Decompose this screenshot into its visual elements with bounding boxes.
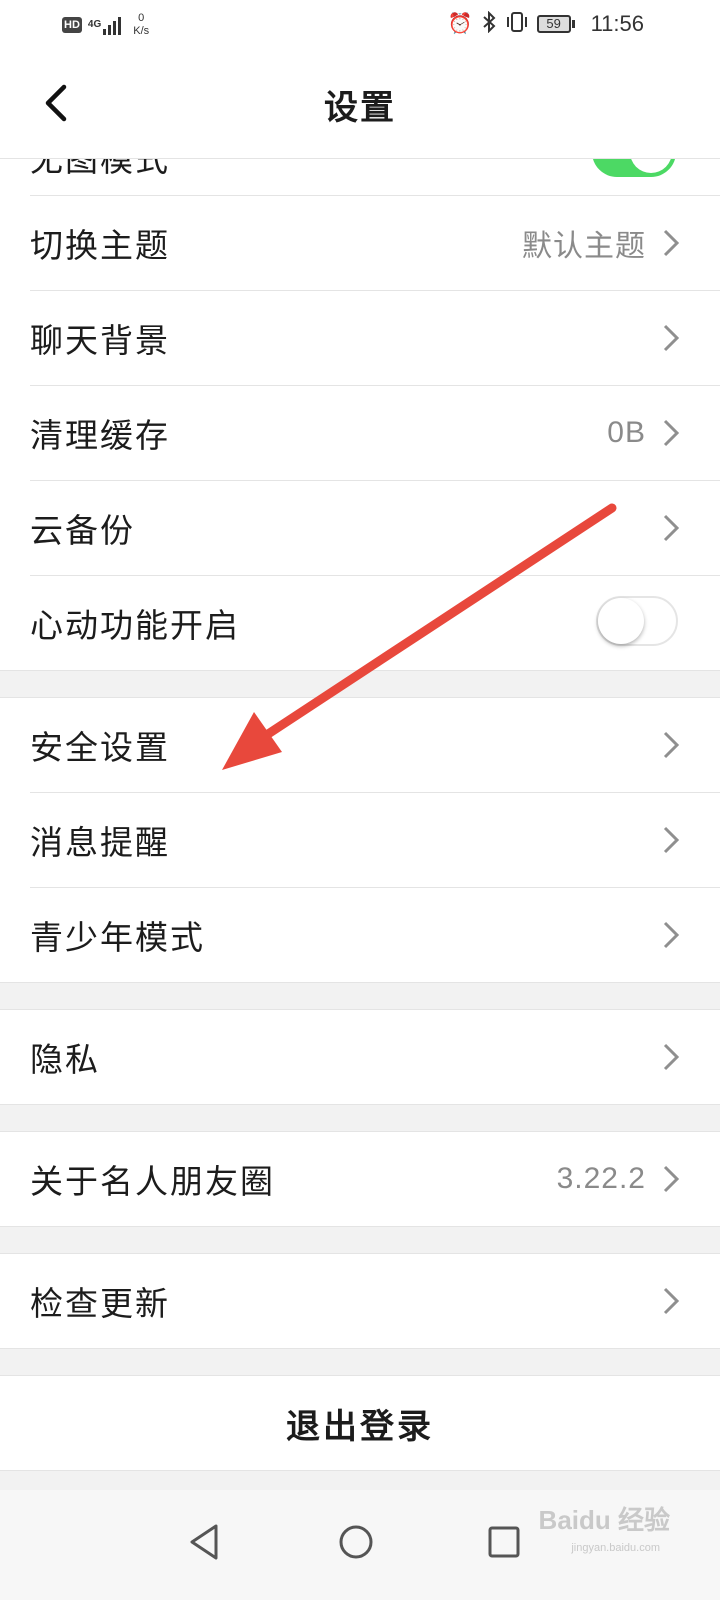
settings-list: 无图模式 切换主题 默认主题 聊天背景 清理缓存 0B 云备份 心动功能开启 安… bbox=[0, 159, 720, 1511]
chevron-right-icon bbox=[662, 1042, 680, 1072]
app-header: 设置 bbox=[0, 50, 720, 159]
chevron-right-icon bbox=[662, 1164, 680, 1194]
logout-section: 退出登录 bbox=[0, 1376, 720, 1470]
signal-icon bbox=[103, 15, 122, 35]
speed-unit: K/s bbox=[133, 25, 150, 37]
recents-square-icon[interactable] bbox=[484, 1522, 524, 1562]
chevron-right-icon bbox=[662, 1286, 680, 1316]
settings-row-label: 心动功能开启 bbox=[30, 606, 240, 645]
settings-row-label: 消息提醒 bbox=[30, 823, 170, 862]
vibrate-icon bbox=[505, 11, 529, 37]
cache-size-value: 0B bbox=[607, 416, 646, 449]
home-circle-icon[interactable] bbox=[336, 1522, 376, 1562]
status-right: ⏰ 59 11:56 bbox=[448, 10, 644, 38]
baidu-watermark: Baidu 经验 bbox=[538, 1505, 670, 1535]
chevron-right-icon bbox=[662, 323, 680, 353]
status-bar: HD 4G 0 K/s ⏰ 59 11:56 bbox=[0, 0, 720, 50]
settings-row-label: 青少年模式 bbox=[30, 918, 205, 957]
settings-row-notifications[interactable]: 消息提醒 bbox=[30, 793, 720, 888]
settings-row-label: 聊天背景 bbox=[30, 321, 170, 360]
section-gap bbox=[0, 1104, 720, 1132]
settings-group-1: 切换主题 默认主题 聊天背景 清理缓存 0B 云备份 心动功能开启 bbox=[0, 196, 720, 670]
settings-row-security[interactable]: 安全设置 bbox=[30, 698, 720, 793]
battery-icon: 59 bbox=[536, 15, 575, 33]
settings-row-label: 无图模式 bbox=[30, 159, 170, 179]
chevron-right-icon bbox=[662, 418, 680, 448]
network-speed: 0 K/s bbox=[133, 12, 149, 38]
settings-row-clear-cache[interactable]: 清理缓存 0B bbox=[30, 386, 720, 481]
settings-group-5: 检查更新 bbox=[0, 1254, 720, 1348]
settings-row-check-update[interactable]: 检查更新 bbox=[30, 1254, 720, 1348]
settings-row-chat-background[interactable]: 聊天背景 bbox=[30, 291, 720, 386]
network-type: 4G bbox=[87, 19, 102, 30]
no-image-mode-toggle[interactable] bbox=[592, 159, 676, 177]
settings-row-about[interactable]: 关于名人朋友圈 3.22.2 bbox=[30, 1132, 720, 1226]
settings-row-label: 检查更新 bbox=[30, 1284, 170, 1323]
settings-row-theme[interactable]: 切换主题 默认主题 bbox=[30, 196, 720, 291]
settings-row-teen-mode[interactable]: 青少年模式 bbox=[30, 888, 720, 982]
settings-row-no-image-mode[interactable]: 无图模式 bbox=[30, 159, 720, 196]
settings-row-privacy[interactable]: 隐私 bbox=[30, 1010, 720, 1104]
status-left: HD 4G 0 K/s bbox=[62, 12, 149, 38]
alarm-icon: ⏰ bbox=[447, 13, 473, 35]
settings-group-3: 隐私 bbox=[0, 1010, 720, 1104]
settings-row-label: 切换主题 bbox=[30, 226, 170, 265]
back-triangle-icon[interactable] bbox=[186, 1522, 226, 1562]
settings-group-2: 安全设置 消息提醒 青少年模式 bbox=[0, 698, 720, 982]
settings-row-label: 云备份 bbox=[30, 511, 135, 550]
theme-value: 默认主题 bbox=[522, 229, 646, 264]
settings-row-cloud-backup[interactable]: 云备份 bbox=[30, 481, 720, 576]
settings-group-4: 关于名人朋友圈 3.22.2 bbox=[0, 1132, 720, 1226]
battery-level: 59 bbox=[536, 15, 571, 33]
speed-value: 0 bbox=[138, 12, 145, 24]
chevron-right-icon bbox=[662, 513, 680, 543]
section-gap bbox=[0, 670, 720, 698]
toggle-knob bbox=[598, 598, 644, 644]
chevron-right-icon bbox=[662, 730, 680, 760]
settings-row-label: 清理缓存 bbox=[30, 416, 170, 455]
bluetooth-icon bbox=[481, 10, 497, 37]
settings-row-label: 安全设置 bbox=[30, 728, 170, 767]
logout-button[interactable]: 退出登录 bbox=[286, 1399, 434, 1448]
section-gap bbox=[0, 1226, 720, 1254]
clock: 11:56 bbox=[590, 11, 644, 36]
chevron-right-icon bbox=[662, 825, 680, 855]
version-value: 3.22.2 bbox=[556, 1162, 646, 1195]
section-gap bbox=[0, 1348, 720, 1376]
page-title: 设置 bbox=[324, 88, 396, 128]
chevron-right-icon bbox=[662, 228, 680, 258]
hd-badge: HD bbox=[62, 17, 82, 33]
heartbeat-toggle[interactable] bbox=[596, 596, 678, 646]
section-gap bbox=[0, 982, 720, 1010]
chevron-right-icon bbox=[662, 920, 680, 950]
watermark-url: jingyan.baidu.com bbox=[571, 1542, 660, 1554]
settings-row-label: 关于名人朋友圈 bbox=[30, 1162, 275, 1201]
settings-row-heartbeat[interactable]: 心动功能开启 bbox=[30, 576, 720, 670]
settings-row-label: 隐私 bbox=[30, 1040, 100, 1079]
